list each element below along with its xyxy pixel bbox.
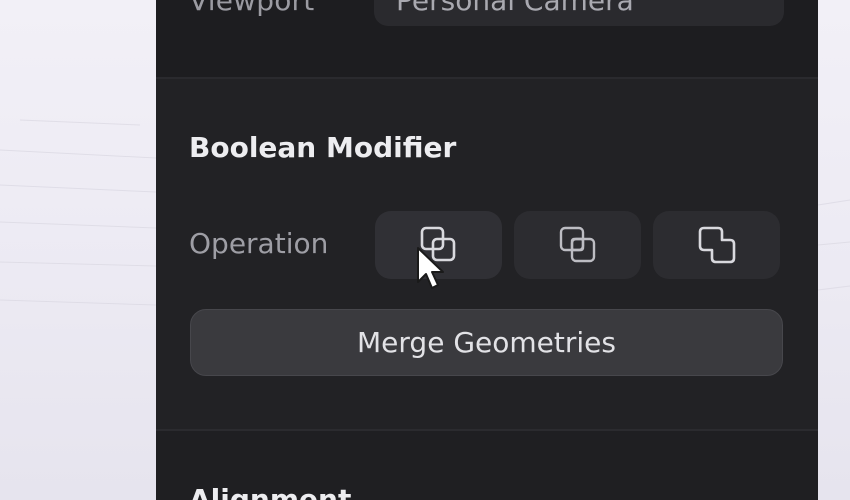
section-title: Alignment: [189, 483, 352, 500]
difference-icon: [698, 226, 735, 264]
viewport-select[interactable]: Personal Camera: [374, 0, 784, 26]
merge-geometries-button[interactable]: Merge Geometries: [190, 309, 783, 376]
properties-panel: Viewport Personal Camera Boolean Modifie…: [156, 0, 818, 500]
operation-label: Operation: [189, 227, 329, 260]
operation-union-button[interactable]: [375, 211, 502, 279]
operation-intersect-button[interactable]: [514, 211, 641, 279]
intersect-icon: [559, 226, 595, 263]
viewport-label: Viewport: [189, 0, 315, 17]
section-title: Boolean Modifier: [189, 131, 457, 164]
union-icon: [420, 226, 455, 262]
alignment-section: Alignment: [156, 431, 818, 500]
operation-difference-button[interactable]: [653, 211, 780, 279]
viewport-section: Viewport Personal Camera: [156, 0, 818, 79]
boolean-modifier-section: Boolean Modifier Operation Merge Geometr…: [156, 79, 818, 431]
viewport-select-value: Personal Camera: [396, 0, 634, 17]
